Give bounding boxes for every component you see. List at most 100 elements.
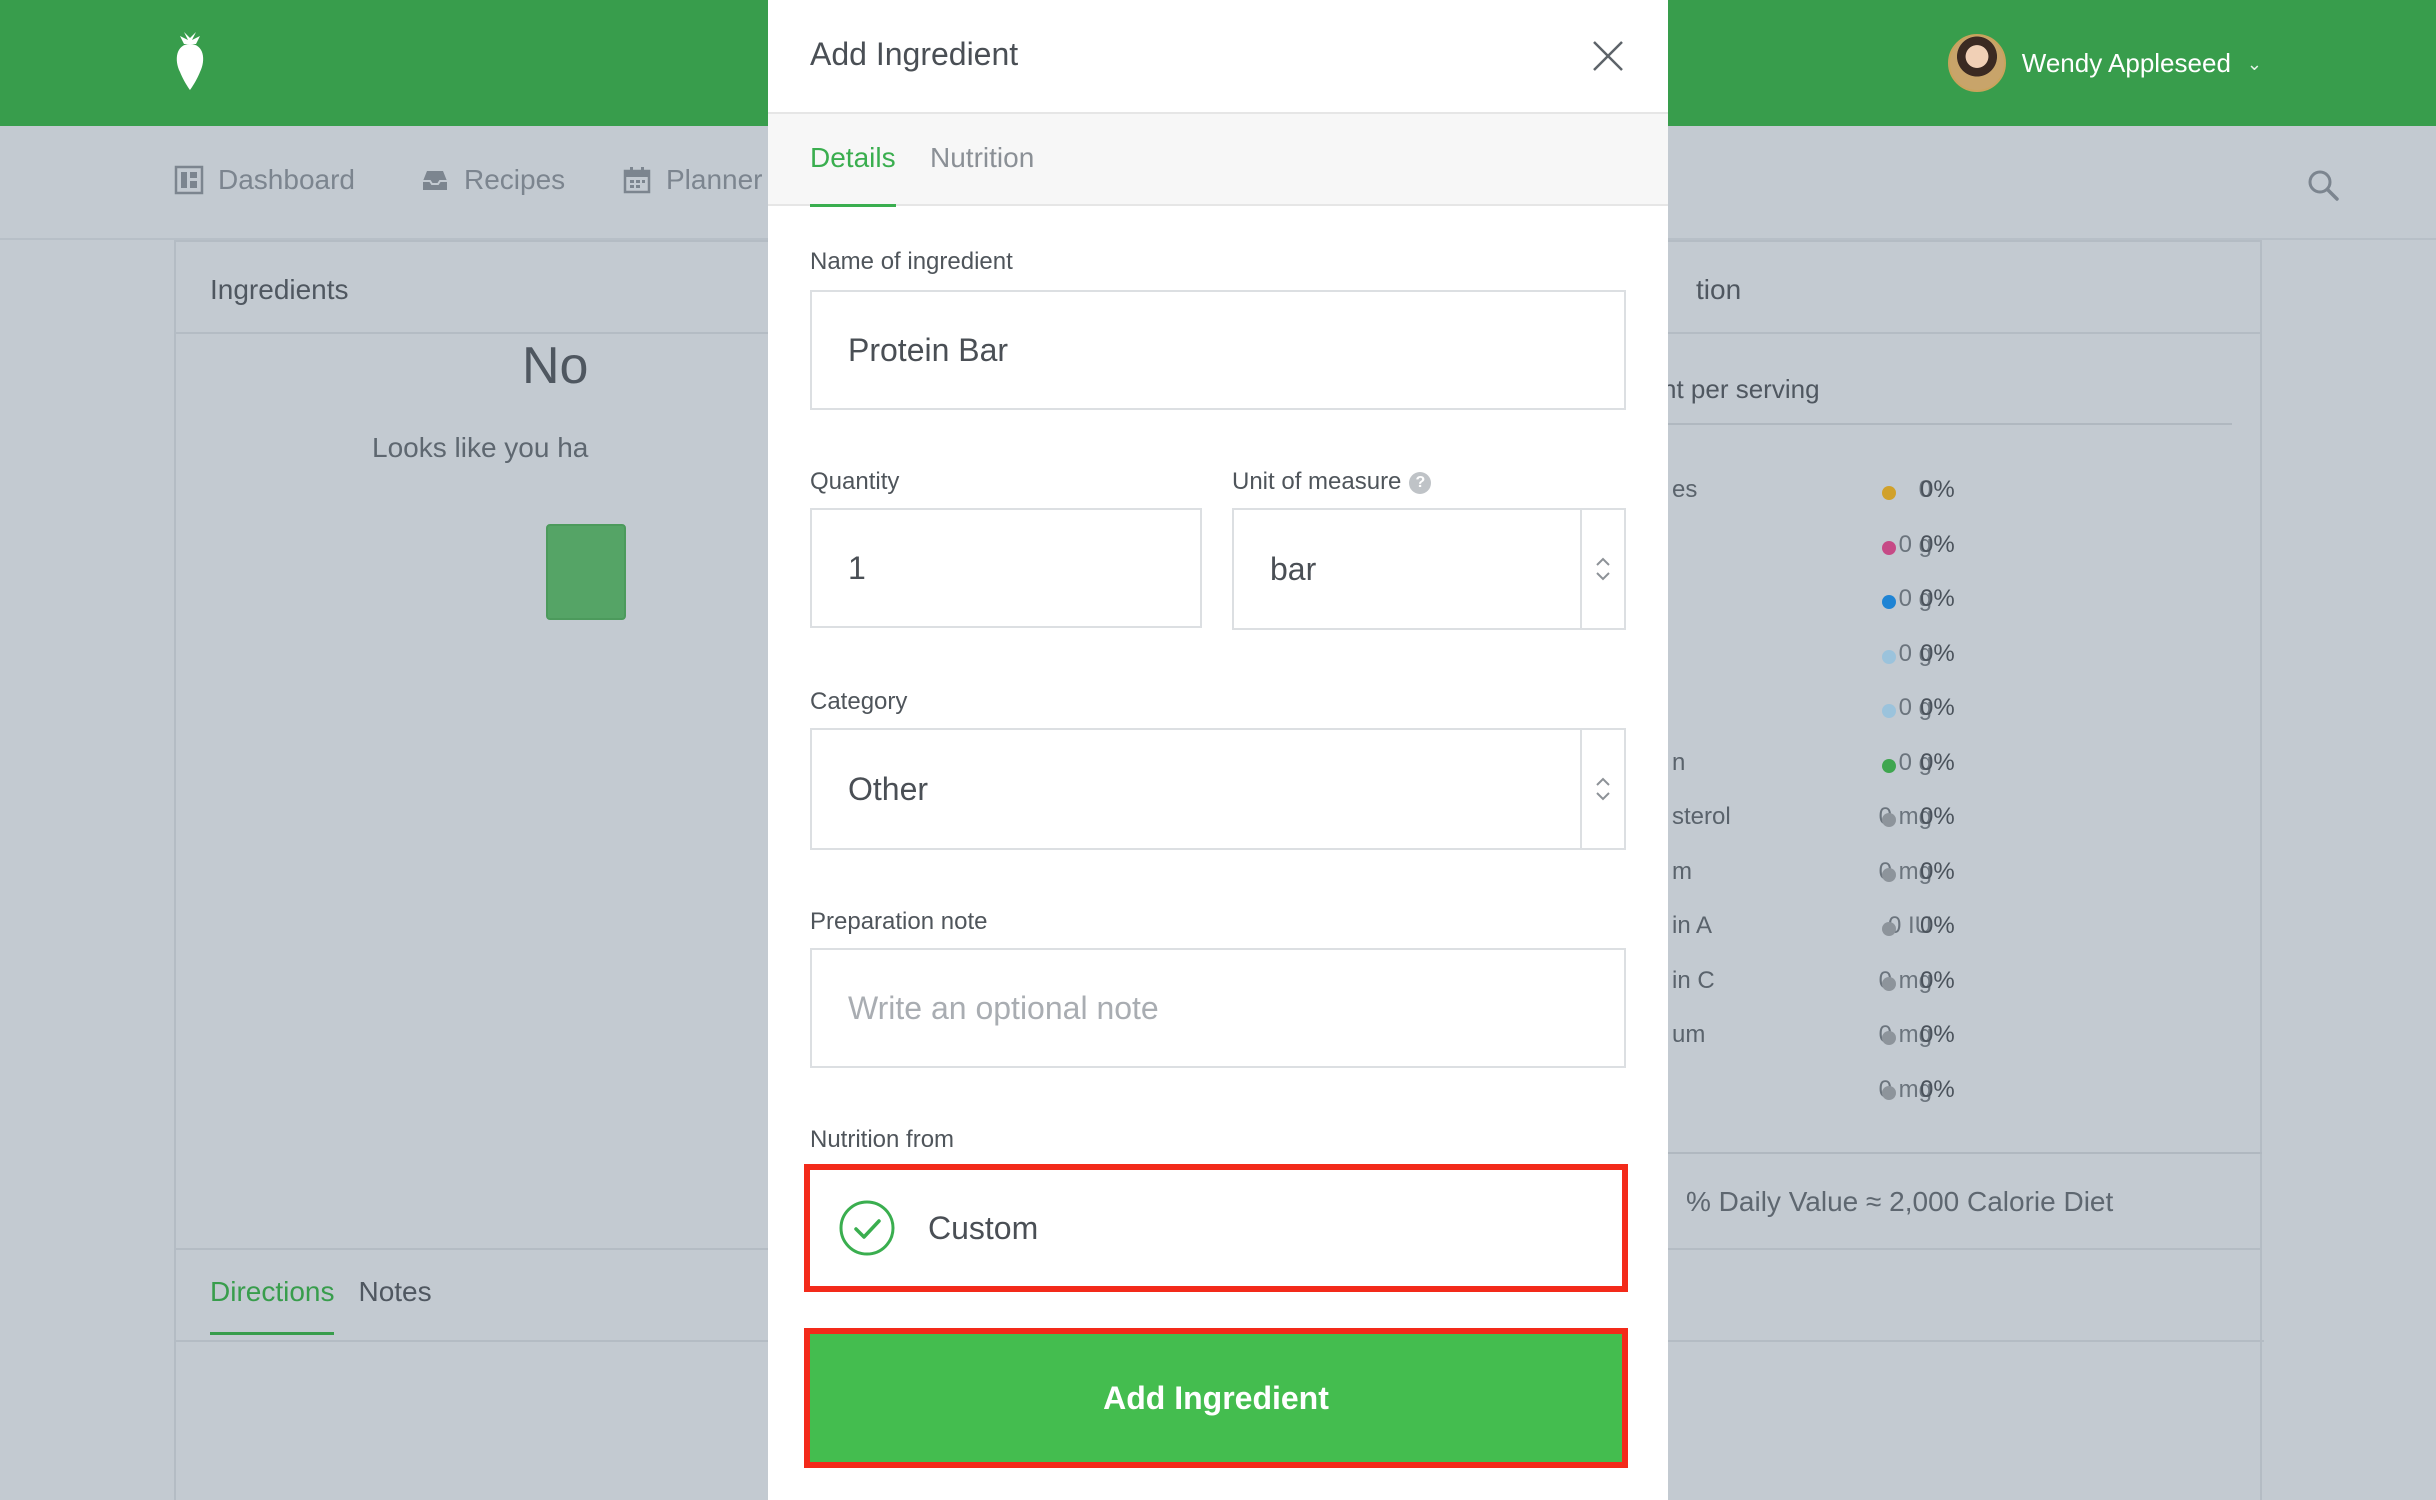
nutrient-name: in A [1672,912,1713,939]
name-label: Name of ingredient [810,248,1013,275]
nutrient-amount: 0 mg [1878,966,1932,994]
nutrient-name: sterol [1672,803,1731,830]
panel-title: tion [1662,242,2260,334]
nutrient-amount: 0 mg [1878,1021,1932,1048]
nutrient-row: sterol 0 mg 0% [1662,799,2242,839]
ingredients-panel: Ingredients [174,240,776,1250]
nutrition-panel: tion nt per serving es 0 0% 0 g 0% 0 g 0% 0 g 0%… [1660,240,2262,1250]
nutrition-source-option[interactable]: Custom [804,1164,1628,1292]
close-icon[interactable] [1588,36,1628,76]
strawberry-logo-icon[interactable] [170,30,210,94]
help-icon[interactable]: ? [1409,471,1432,494]
nutrition-subtitle: nt per serving [1662,374,2232,425]
nutrition-from-label: Nutrition from [810,1126,955,1153]
tab-details[interactable]: Details [810,142,896,207]
prep-note-label: Preparation note [810,908,988,935]
user-name[interactable]: Wendy Appleseed [2022,48,2231,79]
nutrient-row: in A 0 IU 0% [1662,908,2242,948]
calendar-icon [623,167,651,194]
nav-item-planner[interactable]: Planner [622,164,763,196]
nutrient-color-dot [1882,976,1896,991]
add-ingredient-modal: Add Ingredient Details Nutrition Name of… [768,0,1668,1500]
nutrient-percent: 0% [1920,1021,1955,1048]
select-arrows-icon[interactable] [1580,510,1624,628]
empty-state-subtitle: Looks like you ha [372,432,589,463]
nutrient-percent: 0% [1920,639,1955,667]
nutrient-percent: 0% [1920,585,1955,612]
nutrient-amount: 0 [1918,476,1932,503]
modal-tabs: Details Nutrition [768,114,1668,207]
nutrient-color-dot [1882,758,1896,773]
category-select[interactable]: Other [810,728,1626,850]
dashboard-icon [174,165,204,195]
prep-note-placeholder: Write an optional note [848,989,1159,1026]
nutrient-row: 0 mg 0% [1662,1072,2242,1112]
nutrient-color-dot [1882,1031,1896,1045]
add-ingredient-label: Add Ingredient [1103,1379,1329,1416]
tab-directions[interactable]: Directions [210,1276,335,1335]
nutrient-color-dot [1882,595,1896,609]
nutrient-color-dot [1882,867,1896,882]
panel-title: Ingredients [176,242,774,334]
tab-notes[interactable]: Notes [358,1276,431,1335]
nutrient-row: in C 0 mg 0% [1662,963,2242,1003]
quantity-label: Quantity [810,468,900,495]
nutrient-row: um 0 mg 0% [1662,1017,2242,1057]
nav-item-dashboard[interactable]: Dashboard [174,164,355,196]
nutrient-row: es 0 0% [1662,472,2242,512]
nutrient-amount: 0 g [1898,639,1932,667]
nutrient-percent: 0% [1920,966,1955,994]
nutrient-name: m [1672,857,1692,885]
nutrient-percent: 0% [1920,748,1955,776]
nutrient-amount: 0 mg [1878,803,1932,830]
nutrient-amount: 0 g [1898,530,1932,558]
add-ingredient-button[interactable]: Add Ingredient [804,1328,1628,1468]
add-first-ingredient-button[interactable] [546,524,626,620]
ingredient-name-input[interactable]: Protein Bar [810,290,1626,410]
nutrient-amount: 0 g [1898,585,1932,612]
nutrient-name: um [1672,1021,1706,1048]
nutrient-percent: 0% [1920,857,1955,885]
nutrient-percent: 0% [1920,530,1955,558]
nav-label: Dashboard [218,164,355,195]
nutrient-row: 0 g 0% [1662,581,2242,621]
nutrient-row: 0 g 0% [1662,636,2242,676]
nutrient-row: 0 g 0% [1662,527,2242,567]
nutrient-row: n 0 g 0% [1662,745,2242,785]
tab-nutrition[interactable]: Nutrition [930,142,1034,174]
nutrient-percent: 0% [1920,803,1955,830]
inbox-icon [423,171,447,190]
nutrient-amount: 0 g [1898,694,1932,721]
nutrient-color-dot [1882,540,1896,555]
nutrient-name: n [1672,748,1686,776]
nutrient-color-dot [1882,704,1896,718]
nutrient-color-dot [1882,649,1896,664]
daily-value-note: % Daily Value ≈ 2,000 Calorie Diet [1662,1152,2262,1250]
unit-select[interactable]: bar [1232,508,1626,630]
nutrient-row: m 0 mg 0% [1662,854,2242,894]
nutrient-name: in C [1672,966,1715,994]
nav-item-recipes[interactable]: Recipes [420,164,565,196]
prep-note-input[interactable]: Write an optional note [810,948,1626,1068]
nutrient-color-dot [1882,486,1896,500]
select-arrows-icon[interactable] [1580,730,1624,848]
avatar[interactable] [1947,34,2006,92]
nutrient-amount: 0 mg [1878,857,1932,885]
modal-header: Add Ingredient [768,0,1668,114]
nutrient-color-dot [1882,922,1896,936]
empty-state-title: No [522,337,589,395]
nav-label: Planner [666,164,763,195]
user-menu[interactable]: Wendy Appleseed ⌄ [1947,32,2262,94]
nutrient-amount: 0 IU [1887,912,1932,939]
nutrient-color-dot [1882,1085,1896,1100]
ingredient-name-value: Protein Bar [848,331,1009,368]
modal-title: Add Ingredient [810,36,1019,72]
unit-value: bar [1270,550,1317,587]
search-icon[interactable] [2306,168,2340,202]
nutrient-amount: 0 mg [1878,1075,1932,1103]
unit-label: Unit of measure? [1232,468,1432,496]
chevron-down-icon[interactable]: ⌄ [2247,54,2262,75]
quantity-input[interactable]: 1 [810,508,1202,628]
category-label: Category [810,688,908,715]
nutrient-name: es [1672,476,1698,503]
